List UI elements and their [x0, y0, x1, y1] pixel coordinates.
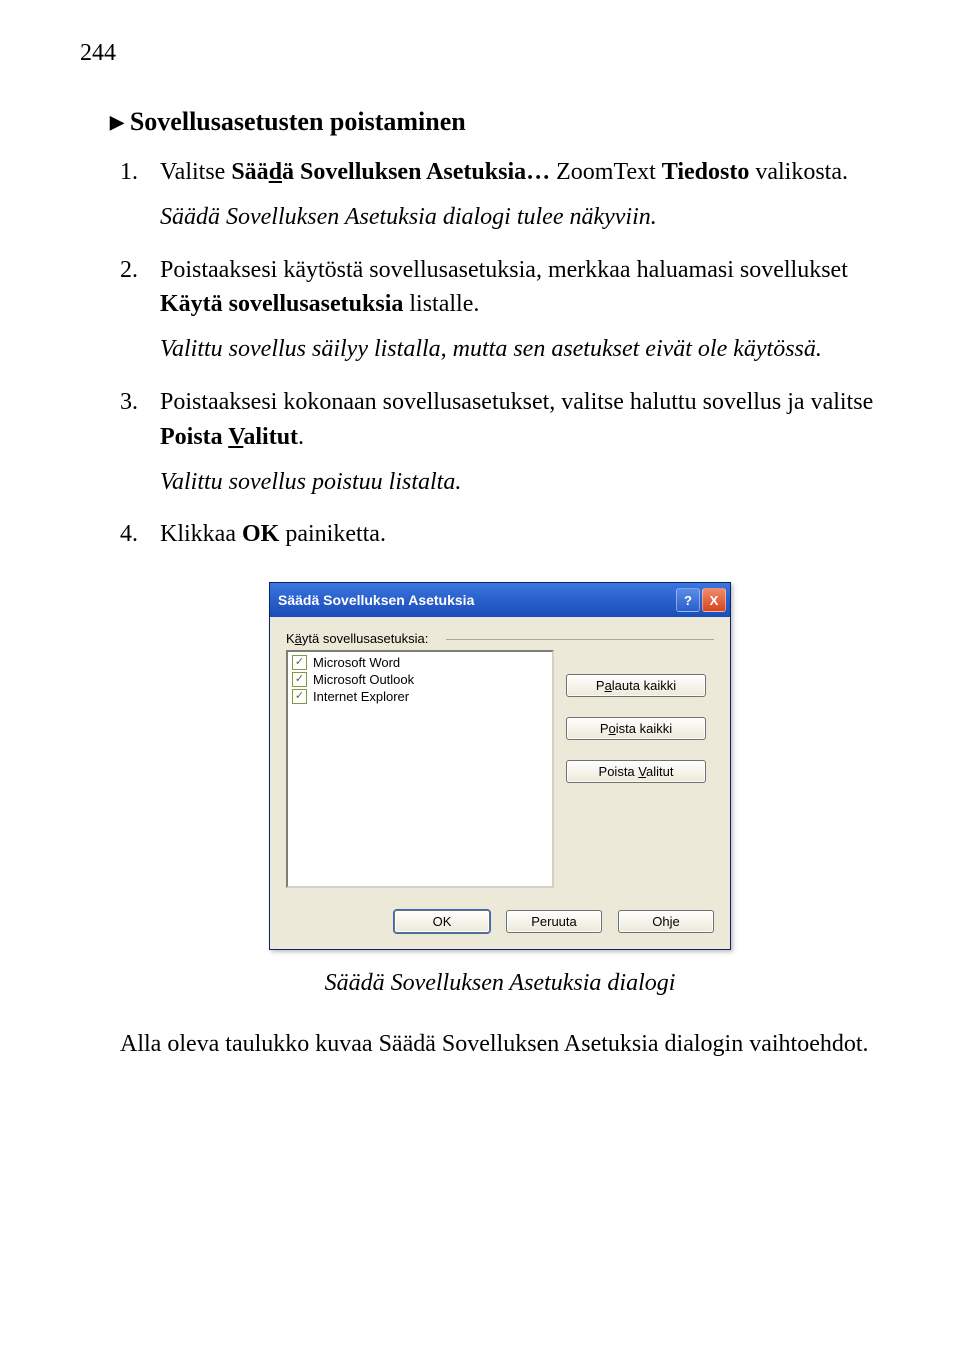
- step1-bold2: Tiedosto: [662, 159, 750, 185]
- step1-post1: ZoomText: [550, 159, 662, 185]
- app-listbox[interactable]: ✓ Microsoft Word ✓ Microsoft Outlook ✓ I…: [286, 650, 554, 888]
- step4-pre: Klikkaa: [160, 521, 242, 547]
- step3-bold: Poista Valitut: [160, 424, 298, 450]
- step2-note: Valittu sovellus säilyy listalla, mutta …: [160, 332, 880, 367]
- ok-button[interactable]: OK: [394, 910, 490, 933]
- help-icon[interactable]: ?: [676, 588, 700, 612]
- closing-paragraph: Alla oleva taulukko kuvaa Säädä Sovelluk…: [120, 1027, 880, 1062]
- list-item-label: Internet Explorer: [313, 689, 409, 704]
- step3-note: Valittu sovellus poistuu listalta.: [160, 465, 880, 500]
- step-3: Poistaaksesi kokonaan sovellusasetukset,…: [120, 385, 880, 499]
- step1-post2: valikosta.: [749, 159, 848, 185]
- step1-pre: Valitse: [160, 159, 231, 185]
- step4-post: painiketta.: [279, 521, 386, 547]
- dialog-body: Käytä sovellusasetuksia: ✓ Microsoft Wor…: [270, 617, 730, 949]
- restore-all-button[interactable]: Palauta kaikki: [566, 674, 706, 697]
- dialog-caption: Säädä Sovelluksen Asetuksia dialogi: [120, 970, 880, 997]
- step4-bold: OK: [242, 521, 279, 547]
- checkbox-icon[interactable]: ✓: [292, 689, 307, 704]
- step-2: Poistaaksesi käytöstä sovellusasetuksia,…: [120, 253, 880, 367]
- checkbox-icon[interactable]: ✓: [292, 655, 307, 670]
- dialog-screenshot: Säädä Sovelluksen Asetuksia ? X Käytä so…: [120, 582, 880, 950]
- help-button[interactable]: Ohje: [618, 910, 714, 933]
- step3-post: .: [298, 424, 304, 450]
- list-item[interactable]: ✓ Microsoft Outlook: [290, 671, 550, 688]
- inner-row: ✓ Microsoft Word ✓ Microsoft Outlook ✓ I…: [286, 650, 714, 888]
- list-item[interactable]: ✓ Microsoft Word: [290, 654, 550, 671]
- list-item-label: Microsoft Word: [313, 655, 400, 670]
- titlebar-buttons: ? X: [676, 588, 726, 612]
- button-column: Palauta kaikki Poista kaikki Poista Vali…: [566, 674, 706, 783]
- steps-list: Valitse Säädä Sovelluksen Asetuksia… Zoo…: [120, 155, 880, 552]
- checkbox-icon[interactable]: ✓: [292, 672, 307, 687]
- triangle-icon: ▶: [110, 112, 124, 133]
- step2-post: listalle.: [403, 291, 479, 317]
- titlebar-text: Säädä Sovelluksen Asetuksia: [278, 592, 474, 608]
- close-icon[interactable]: X: [702, 588, 726, 612]
- list-item[interactable]: ✓ Internet Explorer: [290, 688, 550, 705]
- page-number: 244: [80, 40, 880, 67]
- step-1: Valitse Säädä Sovelluksen Asetuksia… Zoo…: [120, 155, 880, 235]
- section-heading: ▶ Sovellusasetusten poistaminen: [110, 107, 880, 137]
- remove-selected-button[interactable]: Poista Valitut: [566, 760, 706, 783]
- titlebar[interactable]: Säädä Sovelluksen Asetuksia ? X: [270, 583, 730, 617]
- heading-text: Sovellusasetusten poistaminen: [130, 107, 466, 136]
- dialog-window: Säädä Sovelluksen Asetuksia ? X Käytä so…: [269, 582, 731, 950]
- list-item-label: Microsoft Outlook: [313, 672, 414, 687]
- step3-pre: Poistaaksesi kokonaan sovellusasetukset,…: [160, 389, 873, 415]
- step1-bold: Säädä Sovelluksen Asetuksia…: [231, 159, 550, 185]
- remove-all-button[interactable]: Poista kaikki: [566, 717, 706, 740]
- group-label: Käytä sovellusasetuksia:: [286, 631, 714, 646]
- step-4: Klikkaa OK painiketta.: [120, 517, 880, 552]
- page-content: 244 ▶ Sovellusasetusten poistaminen Valit…: [0, 0, 960, 1122]
- step2-bold: Käytä sovellusasetuksia: [160, 291, 403, 317]
- step2-pre: Poistaaksesi käytöstä sovellusasetuksia,…: [160, 257, 848, 283]
- step1-note: Säädä Sovelluksen Asetuksia dialogi tule…: [160, 200, 880, 235]
- bottom-buttons: OK Peruuta Ohje: [286, 910, 714, 933]
- cancel-button[interactable]: Peruuta: [506, 910, 602, 933]
